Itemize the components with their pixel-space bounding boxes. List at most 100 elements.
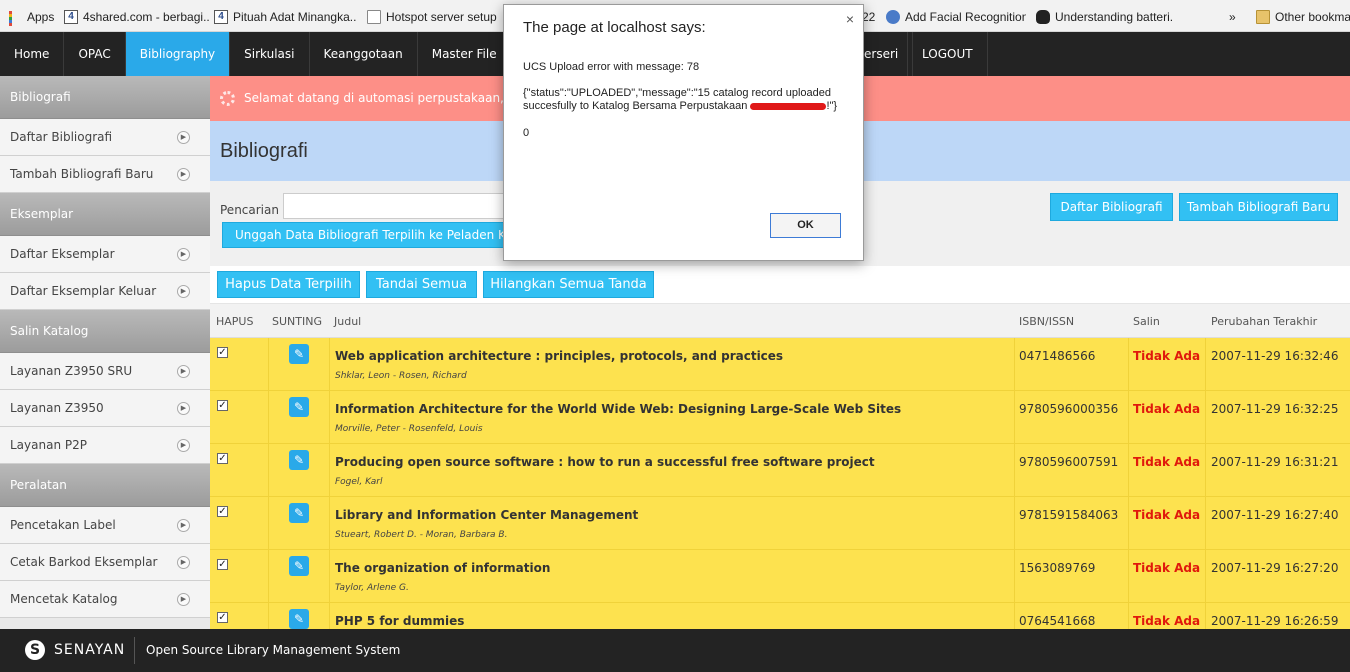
footer-brand: SENAYAN bbox=[54, 642, 126, 658]
search-input[interactable] bbox=[283, 193, 513, 219]
redaction-mark bbox=[750, 102, 827, 110]
row-salin: Tidak Ada bbox=[1133, 402, 1201, 416]
bookmark-apps[interactable]: Apps bbox=[8, 8, 58, 26]
nav-home[interactable]: Home bbox=[0, 32, 65, 76]
bibliography-table: ✓ ✎ Web application architecture : princ… bbox=[210, 338, 1350, 629]
bookmark-hotspot[interactable]: Hotspot server setup ... bbox=[367, 8, 499, 26]
sidebar-item-label: Daftar Eksemplar Keluar bbox=[10, 284, 157, 298]
alert-dialog: The page at localhost says: × UCS Upload… bbox=[503, 4, 864, 261]
footer: S SENAYAN Open Source Library Management… bbox=[0, 629, 1350, 672]
edit-icon[interactable]: ✎ bbox=[289, 503, 309, 523]
hapus-terpilih-button[interactable]: Hapus Data Terpilih bbox=[217, 271, 360, 298]
row-isbn: 0764541668 bbox=[1019, 614, 1096, 628]
sidebar-item-tambah-bibliografi[interactable]: Tambah Bibliografi Baru ▶ bbox=[0, 156, 210, 193]
column-hapus[interactable]: HAPUS bbox=[216, 315, 253, 328]
bookmark-other[interactable]: Other bookmark bbox=[1256, 8, 1350, 26]
column-sunting[interactable]: SUNTING bbox=[272, 315, 322, 328]
nav-bibliography[interactable]: Bibliography bbox=[125, 32, 231, 76]
bookmark-22[interactable]: 22 bbox=[862, 8, 876, 26]
nav-master-file[interactable]: Master File bbox=[418, 32, 512, 76]
sidebar-item-eksemplar-keluar[interactable]: Daftar Eksemplar Keluar ▶ bbox=[0, 273, 210, 310]
edit-icon[interactable]: ✎ bbox=[289, 609, 309, 629]
row-title-link[interactable]: Web application architecture : principle… bbox=[335, 349, 783, 363]
sidebar: Bibliografi Daftar Bibliografi ▶ Tambah B… bbox=[0, 76, 210, 629]
column-perubahan[interactable]: Perubahan Terakhir bbox=[1211, 315, 1317, 328]
chevron-right-icon: ▶ bbox=[177, 365, 190, 378]
bookmark-label: Other bookmark bbox=[1275, 10, 1350, 24]
bookmark-4shared[interactable]: 4 4shared.com - berbagi... bbox=[64, 8, 210, 26]
sidebar-item-z3950-sru[interactable]: Layanan Z3950 SRU ▶ bbox=[0, 353, 210, 390]
tambah-bibliografi-button[interactable]: Tambah Bibliografi Baru bbox=[1179, 193, 1338, 221]
edit-icon[interactable]: ✎ bbox=[289, 397, 309, 417]
row-salin: Tidak Ada bbox=[1133, 508, 1201, 522]
edit-icon[interactable]: ✎ bbox=[289, 556, 309, 576]
row-salin: Tidak Ada bbox=[1133, 614, 1201, 628]
sidebar-item-pencetakan-label[interactable]: Pencetakan Label ▶ bbox=[0, 507, 210, 544]
row-checkbox[interactable]: ✓ bbox=[217, 559, 228, 570]
sidebar-item-label: Daftar Eksemplar bbox=[10, 247, 115, 261]
row-salin: Tidak Ada bbox=[1133, 561, 1201, 575]
sidebar-item-mencetak-katalog[interactable]: Mencetak Katalog ▶ bbox=[0, 581, 210, 618]
row-checkbox[interactable]: ✓ bbox=[217, 612, 228, 623]
nav-logout[interactable]: LOGOUT bbox=[907, 32, 988, 76]
close-icon[interactable]: × bbox=[846, 11, 854, 27]
row-title-link[interactable]: The organization of information bbox=[335, 561, 550, 575]
row-isbn: 9780596007591 bbox=[1019, 455, 1119, 469]
row-title-link[interactable]: Producing open source software : how to … bbox=[335, 455, 875, 469]
nav-sirkulasi[interactable]: Sirkulasi bbox=[230, 32, 310, 76]
column-salin[interactable]: Salin bbox=[1133, 315, 1160, 328]
bookmark-label: 22 bbox=[862, 10, 876, 24]
row-updated: 2007-11-29 16:32:25 bbox=[1211, 402, 1339, 416]
bookmark-label: 4shared.com - berbagi... bbox=[83, 10, 210, 24]
upload-catalog-button[interactable]: Unggah Data Bibliografi Terpilih ke Pela… bbox=[222, 222, 507, 248]
bookmark-batteries[interactable]: Understanding batteri... bbox=[1036, 8, 1172, 26]
daftar-bibliografi-button[interactable]: Daftar Bibliografi bbox=[1050, 193, 1173, 221]
edit-icon[interactable]: ✎ bbox=[289, 450, 309, 470]
sidebar-item-z3950[interactable]: Layanan Z3950 ▶ bbox=[0, 390, 210, 427]
row-author: Shklar, Leon - Rosen, Richard bbox=[335, 371, 467, 381]
table-header: HAPUS SUNTING Judul ISBN/ISSN Salin Peru… bbox=[210, 304, 1350, 338]
tandai-semua-button[interactable]: Tandai Semua bbox=[366, 271, 477, 298]
bookmarks-overflow-button[interactable]: » bbox=[1229, 8, 1241, 26]
sidebar-item-p2p[interactable]: Layanan P2P ▶ bbox=[0, 427, 210, 464]
row-title-link[interactable]: PHP 5 for dummies bbox=[335, 614, 464, 628]
nav-opac[interactable]: OPAC bbox=[64, 32, 126, 76]
row-checkbox[interactable]: ✓ bbox=[217, 347, 228, 358]
sidebar-heading-bibliografi: Bibliografi bbox=[0, 76, 210, 119]
edit-icon[interactable]: ✎ bbox=[289, 344, 309, 364]
search-label: Pencarian : bbox=[220, 203, 287, 217]
link-icon bbox=[886, 10, 900, 24]
row-updated: 2007-11-29 16:32:46 bbox=[1211, 349, 1339, 363]
sidebar-item-label: Layanan P2P bbox=[10, 438, 87, 452]
column-isbn[interactable]: ISBN/ISSN bbox=[1019, 315, 1074, 328]
bookmark-pituah[interactable]: 4 Pituah Adat Minangka... bbox=[214, 8, 356, 26]
row-isbn: 1563089769 bbox=[1019, 561, 1096, 575]
sidebar-item-daftar-eksemplar[interactable]: Daftar Eksemplar ▶ bbox=[0, 236, 210, 273]
sidebar-item-daftar-bibliografi[interactable]: Daftar Bibliografi ▶ bbox=[0, 119, 210, 156]
row-salin: Tidak Ada bbox=[1133, 455, 1201, 469]
row-checkbox[interactable]: ✓ bbox=[217, 506, 228, 517]
bookmark-label: Pituah Adat Minangka... bbox=[233, 10, 356, 24]
4shared-icon: 4 bbox=[64, 10, 78, 24]
row-title-link[interactable]: Library and Information Center Managemen… bbox=[335, 508, 638, 522]
column-judul[interactable]: Judul bbox=[334, 315, 361, 328]
nav-keanggotaan[interactable]: Keanggotaan bbox=[310, 32, 418, 76]
nav-terbitan-berseri[interactable]: erseri bbox=[858, 32, 914, 76]
chevron-right-icon: ▶ bbox=[177, 519, 190, 532]
sidebar-item-label: Mencetak Katalog bbox=[10, 592, 118, 606]
table-row: ✓ ✎ Information Architecture for the Wor… bbox=[210, 391, 1350, 444]
table-row: ✓ ✎ Web application architecture : princ… bbox=[210, 338, 1350, 391]
folder-icon bbox=[1256, 10, 1270, 24]
4shared-icon: 4 bbox=[214, 10, 228, 24]
row-title-link[interactable]: Information Architecture for the World W… bbox=[335, 402, 901, 416]
bookmark-facial[interactable]: Add Facial Recognition... bbox=[886, 8, 1026, 26]
row-checkbox[interactable]: ✓ bbox=[217, 453, 228, 464]
ok-button[interactable]: OK bbox=[770, 213, 841, 238]
sidebar-item-cetak-barkod[interactable]: Cetak Barkod Eksemplar ▶ bbox=[0, 544, 210, 581]
row-checkbox[interactable]: ✓ bbox=[217, 400, 228, 411]
table-toolbar: Hapus Data Terpilih Tandai Semua Hilangk… bbox=[210, 266, 1350, 304]
sidebar-item-label: Tambah Bibliografi Baru bbox=[10, 167, 154, 181]
hilangkan-tanda-button[interactable]: Hilangkan Semua Tanda bbox=[483, 271, 654, 298]
bookmark-label: Understanding batteri... bbox=[1055, 10, 1172, 24]
chevron-right-icon: ▶ bbox=[177, 593, 190, 606]
